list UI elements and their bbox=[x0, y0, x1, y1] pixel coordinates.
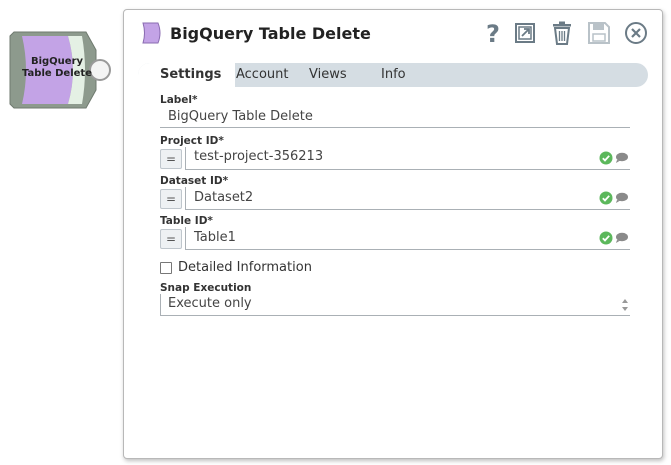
project-id-expression-toggle[interactable]: = bbox=[160, 149, 182, 169]
detailed-information-label: Detailed Information bbox=[178, 260, 312, 275]
help-button[interactable]: ? bbox=[480, 20, 506, 46]
snap-node-label-line1: BigQuery bbox=[30, 56, 84, 67]
snap-node[interactable]: BigQuery Table Delete bbox=[8, 30, 116, 110]
tab-views[interactable]: Views bbox=[309, 63, 347, 87]
snap-settings-dialog: BigQuery Table Delete ? Settings Account… bbox=[123, 9, 663, 459]
tab-bar: Settings Account Views Info bbox=[138, 63, 648, 87]
table-id-expression-toggle[interactable]: = bbox=[160, 229, 182, 249]
delete-button[interactable] bbox=[549, 20, 575, 46]
dialog-title: BigQuery Table Delete bbox=[170, 24, 371, 43]
dataset-id-expression-toggle[interactable]: = bbox=[160, 189, 182, 209]
table-id-label: Table ID* bbox=[160, 215, 213, 227]
save-button[interactable] bbox=[586, 20, 612, 46]
label-field-label: Label* bbox=[160, 94, 198, 106]
valid-check-icon bbox=[599, 151, 613, 165]
snap-execution-underline bbox=[160, 294, 630, 316]
snap-node-label: BigQuery Table Delete bbox=[20, 56, 94, 80]
table-id-underline bbox=[185, 227, 630, 250]
project-id-label: Project ID* bbox=[160, 135, 224, 147]
select-spinner-icon[interactable] bbox=[621, 298, 629, 312]
help-icon: ? bbox=[486, 20, 500, 46]
comment-icon[interactable] bbox=[615, 152, 628, 163]
tab-settings[interactable]: Settings bbox=[138, 63, 236, 87]
label-field-underline bbox=[160, 106, 630, 128]
dataset-id-label: Dataset ID* bbox=[160, 175, 229, 187]
dataset-id-underline bbox=[185, 187, 630, 210]
valid-check-icon bbox=[599, 191, 613, 205]
close-button[interactable] bbox=[623, 20, 649, 46]
comment-icon[interactable] bbox=[615, 192, 628, 203]
valid-check-icon bbox=[599, 231, 613, 245]
snap-execution-label: Snap Execution bbox=[160, 282, 252, 294]
tab-account[interactable]: Account bbox=[236, 63, 289, 87]
svg-text:?: ? bbox=[486, 20, 500, 46]
detailed-information-checkbox[interactable] bbox=[160, 262, 172, 274]
snap-node-label-line2: Table Delete bbox=[22, 68, 92, 79]
export-button[interactable] bbox=[512, 20, 538, 46]
save-icon bbox=[588, 22, 610, 44]
tab-info[interactable]: Info bbox=[381, 63, 406, 87]
export-icon bbox=[515, 23, 535, 43]
comment-icon[interactable] bbox=[615, 232, 628, 243]
delete-icon bbox=[553, 21, 571, 45]
close-icon bbox=[625, 22, 647, 44]
dialog-header: BigQuery Table Delete ? bbox=[124, 10, 662, 58]
snap-type-icon bbox=[142, 22, 161, 44]
project-id-underline bbox=[185, 147, 630, 170]
